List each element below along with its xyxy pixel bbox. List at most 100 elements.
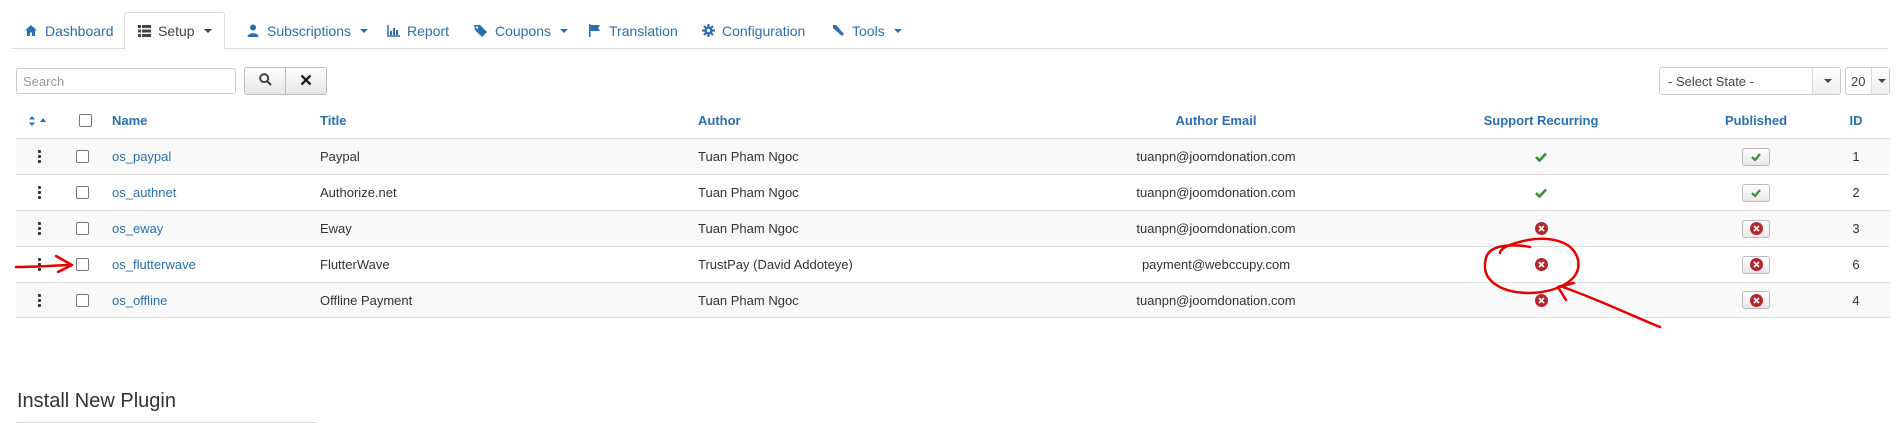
chevron-down-icon	[893, 28, 902, 33]
column-header-author-email[interactable]: Author Email	[1116, 103, 1316, 138]
plugin-title: Authorize.net	[320, 185, 397, 200]
list-limit-value: 20	[1851, 73, 1866, 89]
table-row: os_flutterwave FlutterWave TrustPay (David…	[16, 246, 1890, 282]
drag-handle-icon[interactable]	[38, 247, 48, 282]
plugin-author: TrustPay (David Addoteye)	[698, 257, 853, 272]
chevron-down-icon	[1812, 68, 1840, 94]
plugin-name-link[interactable]: os_paypal	[112, 139, 171, 174]
plugin-title: Paypal	[320, 149, 360, 164]
nav-translation[interactable]: Translation	[576, 12, 690, 49]
column-header-support-recurring[interactable]: Support Recurring	[1456, 103, 1626, 138]
plugin-title: Offline Payment	[320, 292, 413, 308]
chevron-down-icon	[560, 28, 569, 33]
select-all-checkbox[interactable]	[79, 103, 93, 138]
list-limit-select[interactable]: 20	[1845, 67, 1890, 95]
nav-label: Subscriptions	[267, 22, 352, 39]
plugin-name-link[interactable]: os_offline	[112, 283, 167, 317]
table-header-row: Name Title Author Author Email Support R…	[16, 103, 1890, 138]
chevron-down-icon	[360, 28, 369, 33]
tag-icon	[474, 24, 488, 38]
search-button[interactable]	[244, 67, 286, 95]
column-header-author[interactable]: Author	[698, 103, 741, 138]
plugin-name-link[interactable]: os_authnet	[112, 175, 176, 210]
row-checkbox[interactable]	[76, 247, 90, 282]
published-toggle-button[interactable]	[1706, 211, 1806, 246]
nav-dashboard[interactable]: Dashboard	[12, 12, 126, 49]
chevron-down-icon	[203, 29, 212, 33]
plugin-author-email: tuanpn@joomdonation.com	[1136, 221, 1296, 236]
row-checkbox[interactable]	[76, 283, 90, 317]
drag-handle-icon[interactable]	[38, 211, 48, 246]
row-checkbox[interactable]	[76, 139, 90, 174]
nav-label: Report	[407, 22, 450, 39]
nav-label: Coupons	[495, 22, 552, 39]
table-row: os_paypal Paypal Tuan Pham Ngoc tuanpn@joom…	[16, 138, 1890, 174]
bar-chart-icon	[386, 24, 400, 38]
table-row: os_authnet Authorize.net Tuan Pham Ngoc tua…	[16, 174, 1890, 210]
nav-coupons[interactable]: Coupons	[462, 12, 580, 49]
column-header-id[interactable]: ID	[1841, 103, 1871, 138]
plugin-author-email: payment@webccupy.com	[1141, 257, 1291, 272]
plugin-id: 4	[1852, 292, 1860, 308]
check-icon	[1742, 147, 1770, 166]
plugin-id: 3	[1852, 221, 1860, 236]
wrench-icon	[831, 24, 845, 38]
drag-handle-icon[interactable]	[38, 175, 48, 210]
nav-setup[interactable]: Setup	[124, 12, 225, 50]
plugin-author-email: tuanpn@joomdonation.com	[1136, 149, 1296, 164]
plugin-author: Tuan Pham Ngoc	[698, 149, 799, 164]
chevron-down-icon	[1871, 68, 1889, 94]
plugin-name-link[interactable]: os_flutterwave	[112, 247, 196, 282]
nav-label: Configuration	[722, 22, 806, 39]
user-icon	[246, 24, 260, 38]
cross-circle-icon	[1742, 219, 1770, 238]
cross-circle-icon	[1456, 247, 1626, 282]
nav-label: Dashboard	[45, 22, 114, 39]
row-checkbox[interactable]	[76, 175, 90, 210]
plugin-title: Eway	[320, 221, 352, 236]
plugin-id: 2	[1852, 185, 1860, 200]
state-filter-select[interactable]: - Select State -	[1659, 67, 1841, 95]
nav-subscriptions[interactable]: Subscriptions	[234, 12, 380, 49]
published-toggle-button[interactable]	[1706, 247, 1806, 282]
main-nav: Dashboard Setup Subscriptions Report Cou…	[12, 12, 1888, 50]
nav-report[interactable]: Report	[374, 12, 461, 49]
row-checkbox[interactable]	[76, 211, 90, 246]
column-header-title[interactable]: Title	[320, 103, 347, 138]
plugin-author-email: tuanpn@joomdonation.com	[1136, 292, 1296, 308]
table-row: os_eway Eway Tuan Pham Ngoc tuanpn@joomdona…	[16, 210, 1890, 246]
nav-label: Tools	[852, 22, 885, 39]
plugin-author: Tuan Pham Ngoc	[698, 292, 799, 308]
cross-circle-icon	[1456, 283, 1626, 317]
ordering-sort-icon[interactable]	[29, 103, 49, 138]
cross-circle-icon	[1742, 291, 1770, 309]
nav-label: Translation	[609, 22, 678, 39]
cross-circle-icon	[1456, 211, 1626, 246]
drag-handle-icon[interactable]	[38, 139, 48, 174]
search-input[interactable]	[16, 68, 236, 94]
nav-configuration[interactable]: Configuration	[689, 12, 817, 49]
nav-label: Setup	[158, 23, 195, 39]
close-icon	[300, 73, 312, 89]
plugin-author-email: tuanpn@joomdonation.com	[1136, 185, 1296, 200]
plugin-name-link[interactable]: os_eway	[112, 211, 163, 246]
divider	[17, 422, 317, 423]
clear-search-button[interactable]	[285, 67, 327, 95]
check-icon	[1456, 175, 1626, 210]
published-toggle-button[interactable]	[1706, 139, 1806, 174]
plugin-title: FlutterWave	[320, 257, 390, 272]
plugin-author: Tuan Pham Ngoc	[698, 221, 799, 236]
install-plugin-heading: Install New Plugin	[17, 390, 176, 412]
flag-icon	[588, 24, 602, 38]
check-icon	[1742, 183, 1770, 202]
drag-handle-icon[interactable]	[38, 283, 48, 317]
published-toggle-button[interactable]	[1706, 175, 1806, 210]
published-toggle-button[interactable]	[1706, 283, 1806, 317]
home-icon	[24, 24, 38, 38]
nav-tools[interactable]: Tools	[819, 12, 914, 49]
search-icon	[258, 73, 272, 89]
column-header-published[interactable]: Published	[1706, 103, 1806, 138]
table-row: os_offline Offline Payment Tuan Pham Ngoc t…	[16, 282, 1890, 318]
state-filter-value: - Select State -	[1668, 73, 1754, 89]
column-header-name[interactable]: Name	[112, 103, 147, 138]
